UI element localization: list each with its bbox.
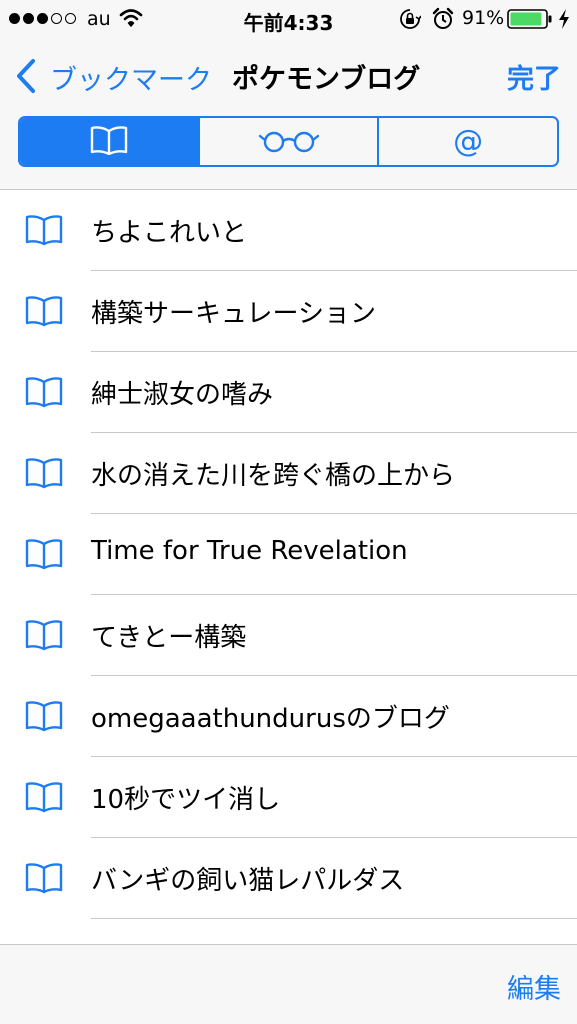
- bookmark-list: ちよこれいと 構築サーキュレーション 紳士淑女の嗜み 水の消えた川を跨ぐ橋の上か…: [0, 190, 577, 944]
- bottom-toolbar: 編集: [0, 944, 577, 1024]
- bookmark-row[interactable]: ちよこれいと: [0, 190, 577, 271]
- battery-icon: [507, 9, 553, 34]
- bookmark-title: 構築サーキュレーション: [91, 299, 376, 329]
- book-icon: [24, 619, 64, 655]
- bookmark-title: てきとー構築: [91, 623, 247, 653]
- book-icon: [24, 862, 64, 898]
- segment-reading-list[interactable]: [197, 118, 378, 165]
- segment-bookmarks[interactable]: [20, 118, 198, 165]
- bookmark-row[interactable]: てきとー構築: [0, 595, 577, 676]
- book-icon: [24, 376, 64, 412]
- header: au 午前4:33 91% ブックマーク ポケモンブログ 完了 @: [0, 0, 577, 190]
- bookmark-row[interactable]: 10秒でツイ消し: [0, 757, 577, 838]
- glasses-icon: [258, 127, 320, 157]
- charging-bolt-icon: [558, 8, 570, 35]
- orientation-lock-icon: [399, 8, 422, 35]
- bookmark-title: 10秒でツイ消し: [91, 785, 281, 815]
- bookmark-title: ちよこれいと: [91, 218, 248, 248]
- alarm-icon: [432, 7, 454, 35]
- segment-shared-links[interactable]: @: [377, 118, 557, 165]
- book-icon: [89, 125, 129, 159]
- back-chevron-icon[interactable]: [14, 58, 38, 98]
- bookmark-title: omegaaathundurusのブログ: [91, 704, 450, 734]
- at-sign-icon: @: [453, 123, 484, 159]
- bookmark-title: 紳士淑女の嗜み: [91, 380, 274, 410]
- bookmark-row[interactable]: Time for True Revelation: [0, 514, 577, 595]
- battery-percentage: 91%: [462, 7, 505, 29]
- bookmark-title: 水の消えた川を跨ぐ橋の上から: [91, 461, 456, 491]
- bookmark-title: Time for True Revelation: [91, 536, 408, 566]
- book-icon: [24, 457, 64, 493]
- bookmark-row[interactable]: 紳士淑女の嗜み: [0, 352, 577, 433]
- back-button[interactable]: ブックマーク: [50, 58, 212, 97]
- status-bar: au 午前4:33 91%: [0, 0, 577, 40]
- page-title: ポケモンブログ: [232, 64, 421, 95]
- segmented-control: @: [18, 116, 559, 167]
- bookmark-title: バンギの飼い猫レパルダス: [91, 866, 405, 896]
- bookmark-row[interactable]: 水の消えた川を跨ぐ橋の上から: [0, 433, 577, 514]
- bookmark-row[interactable]: 構築サーキュレーション: [0, 271, 577, 352]
- navigation-bar: ブックマーク ポケモンブログ 完了: [0, 44, 577, 108]
- bookmark-row[interactable]: バンギの飼い猫レパルダス: [0, 838, 577, 919]
- done-button[interactable]: 完了: [507, 57, 561, 96]
- book-icon: [24, 295, 64, 331]
- book-icon: [24, 214, 64, 250]
- book-icon: [24, 700, 64, 736]
- book-icon: [24, 781, 64, 817]
- bookmark-row-partial[interactable]: [0, 919, 577, 944]
- edit-button[interactable]: 編集: [507, 967, 561, 1006]
- bookmark-row[interactable]: omegaaathundurusのブログ: [0, 676, 577, 757]
- book-icon: [24, 538, 64, 574]
